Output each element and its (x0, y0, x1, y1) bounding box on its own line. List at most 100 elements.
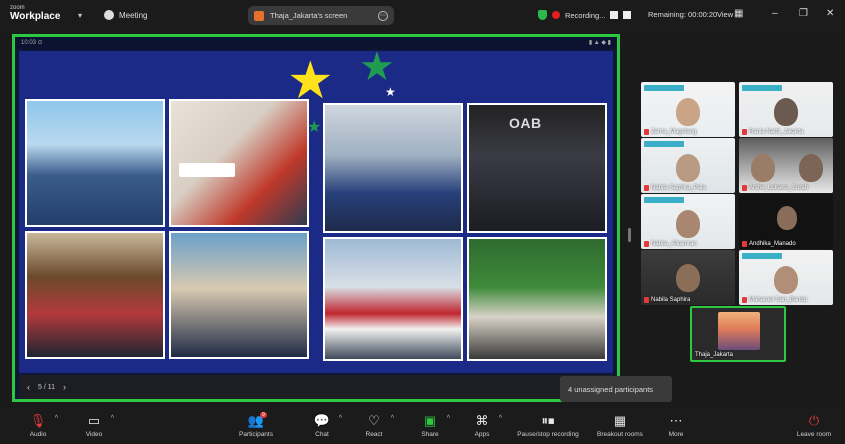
muted-mic-icon (742, 185, 747, 191)
participant-tile[interactable]: Rania Naibt_Jakarta (739, 82, 833, 137)
recording-status: Recording... (538, 10, 632, 20)
stop-recording-icon[interactable] (623, 11, 632, 19)
zoom-workplace-logo[interactable]: zoom Workplace (10, 5, 60, 22)
participant-name: Zahra_Magelang (644, 129, 696, 135)
share-label: Share (421, 431, 439, 438)
chevron-up-icon[interactable]: ^ (391, 415, 394, 422)
audio-button[interactable]: 🎙 Audio ^ (8, 412, 68, 438)
meeting-toolbar: 🎙 Audio ^ ▭ Video ^ 👥 9 Participants 💬 C… (0, 408, 845, 444)
photo-group-statue (25, 99, 165, 227)
shared-device-statusbar: 10:03 ⊙ ▮ ▲ ◆ ▮ (15, 37, 617, 49)
chat-label: Chat (315, 431, 329, 438)
participant-tile[interactable]: Nabila Saphira (641, 250, 735, 305)
participants-label: Participants (239, 431, 273, 438)
leave-icon: ⏻ (808, 413, 820, 428)
chevron-up-icon[interactable]: ^ (339, 415, 342, 422)
pause-stop-recording-button[interactable]: ⏸⏹ Pause/stop recording (517, 412, 579, 438)
shared-screen[interactable]: 10:03 ⊙ ▮ ▲ ◆ ▮ OAB ★ ★ ★ ★ ‹ 5 / 11 › ⌕… (12, 34, 620, 402)
participant-tile[interactable]: Maharani Sari_Bandu (739, 250, 833, 305)
white-star-decoration: ★ (385, 85, 396, 99)
photo-garden-group (467, 237, 607, 361)
participant-tile[interactable]: Andhika_Manado (739, 194, 833, 249)
chevron-up-icon[interactable]: ^ (111, 415, 114, 422)
maximize-button[interactable]: ❐ (799, 8, 808, 19)
virtual-background-logo (644, 197, 684, 203)
participant-name: Arshe_Lokawo_Surab (742, 185, 808, 191)
chevron-up-icon[interactable]: ^ (447, 415, 450, 422)
view-grid-icon[interactable]: ▦ (734, 8, 743, 19)
view-options-icon[interactable]: ⋯ (378, 10, 388, 21)
leave-room-button[interactable]: ⏻ Leave room (784, 412, 844, 438)
chevron-down-icon[interactable]: ▾ (78, 11, 82, 20)
pause-recording-icon[interactable] (610, 11, 619, 19)
security-shield-icon[interactable] (538, 10, 547, 20)
chat-button[interactable]: 💬 Chat ^ (292, 412, 352, 438)
unassigned-participants-toast[interactable]: 4 unassigned participants (560, 376, 672, 402)
participant-video (676, 210, 700, 238)
apps-label: Apps (474, 431, 490, 438)
minimize-button[interactable]: – (772, 8, 778, 19)
react-button[interactable]: ♡ React ^ (344, 412, 404, 438)
more-icon: ⋯ (669, 413, 683, 428)
more-label: More (668, 431, 684, 438)
muted-mic-icon (742, 129, 747, 135)
photo-flag-group (323, 237, 463, 361)
small-green-star-decoration: ★ (307, 119, 322, 136)
share-screen-icon: ▣ (423, 413, 437, 428)
photo-sign-text: OAB (509, 115, 542, 131)
participant-video-2 (799, 154, 823, 182)
breakout-rooms-button[interactable]: ▦ Breakout rooms (590, 412, 650, 438)
apps-button[interactable]: ⌘ Apps ^ (452, 412, 512, 438)
panel-resize-handle[interactable] (628, 228, 631, 242)
more-button[interactable]: ⋯ More (646, 412, 706, 438)
chat-icon: 💬 (313, 413, 331, 428)
recording-dot-icon (552, 11, 560, 19)
virtual-background-logo (644, 141, 684, 147)
muted-mic-icon (644, 185, 649, 191)
photo-batik-group (25, 231, 165, 359)
apps-icon: ⌘ (475, 413, 489, 428)
pause-recording-label: Pause/stop recording (517, 431, 579, 438)
green-star-decoration: ★ (359, 45, 395, 89)
close-button[interactable]: ✕ (826, 8, 834, 19)
chevron-up-icon[interactable]: ^ (499, 415, 502, 422)
video-label: Video (85, 431, 103, 438)
participant-video (777, 206, 797, 230)
virtual-background-logo (742, 253, 782, 259)
participant-tile[interactable]: Zahra_Magelang (641, 82, 735, 137)
meeting-menu[interactable]: Meeting (104, 10, 147, 20)
participant-name: Nabila Saphira_Pala (644, 185, 706, 191)
breakout-rooms-icon: ▦ (613, 413, 627, 428)
previous-slide-icon[interactable]: ‹ (19, 382, 38, 392)
participant-name: Thaja_Jakarta (695, 352, 734, 358)
participant-tile[interactable]: Nabila Saphira_Pala (641, 138, 735, 193)
leave-label: Leave room (796, 431, 832, 438)
participant-avatar-sunset (718, 312, 760, 350)
view-menu-button[interactable]: View (717, 10, 733, 19)
muted-mic-icon (644, 297, 649, 303)
shared-screen-indicator[interactable]: Thaja_Jakarta's screen ⋯ (248, 6, 394, 25)
participant-tile[interactable]: Arshe_Lokawo_Surab (739, 138, 833, 193)
virtual-background-logo (644, 85, 684, 91)
participants-button[interactable]: 👥 9 Participants (226, 412, 286, 438)
participants-count: 9 (260, 412, 267, 418)
participant-video (676, 98, 700, 126)
muted-mic-icon (644, 129, 649, 135)
heart-icon: ♡ (368, 413, 380, 428)
mic-muted-icon: 🎙 (29, 413, 47, 428)
next-slide-icon[interactable]: › (55, 382, 74, 392)
video-button[interactable]: ▭ Video ^ (64, 412, 124, 438)
share-button[interactable]: ▣ Share ^ (400, 412, 460, 438)
participant-video (676, 154, 700, 182)
participant-name: Nabila_Alkamran (644, 241, 697, 247)
pause-stop-icon: ⏸⏹ (541, 413, 555, 428)
participant-tile-active-speaker[interactable]: Thaja_Jakarta (690, 306, 786, 362)
participant-tile[interactable]: Nabila_Alkamran (641, 194, 735, 249)
brand-title: Workplace (10, 11, 61, 22)
recording-label: Recording... (565, 10, 606, 20)
share-screen-icon (254, 10, 264, 21)
page-indicator: 5 / 11 (38, 383, 55, 391)
yellow-star-decoration: ★ (287, 52, 334, 110)
photo-chapel-group (323, 103, 463, 233)
chevron-up-icon[interactable]: ^ (55, 415, 58, 422)
